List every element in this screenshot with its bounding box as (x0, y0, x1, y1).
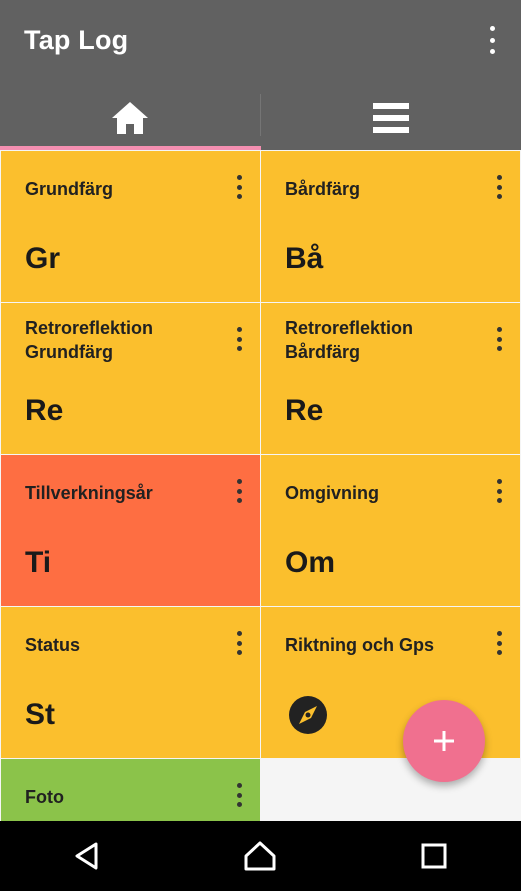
back-icon (75, 842, 98, 870)
tile-title: Retroreflektion Grundfärg (25, 318, 154, 362)
tile-grundfarg[interactable]: Grundfärg Gr (1, 151, 260, 302)
tile-retroreflektion-grundfarg[interactable]: Retroreflektion Grundfärg Re (1, 303, 260, 454)
tile-bardfarg[interactable]: Bårdfärg Bå (261, 151, 520, 302)
tile-menu-icon[interactable] (494, 479, 504, 503)
tile-foto[interactable]: Foto (1, 759, 260, 821)
tile-menu-icon[interactable] (234, 175, 244, 199)
tile-menu-icon[interactable] (234, 783, 244, 807)
tile-title: Foto (25, 787, 64, 807)
system-nav-bar (0, 821, 521, 891)
tile-menu-icon[interactable] (234, 479, 244, 503)
nav-back-button[interactable] (57, 826, 117, 886)
app-title: Tap Log (24, 25, 129, 55)
compass-icon (289, 696, 327, 734)
tile-abbreviation: Re (285, 394, 324, 427)
tile-title: Retroreflektion Bårdfärg (285, 318, 414, 362)
tab-divider (260, 94, 261, 136)
tile-title: Grundfärg (25, 179, 113, 199)
overflow-menu-icon[interactable] (485, 26, 499, 54)
tile-omgivning[interactable]: Omgivning Om (261, 455, 520, 606)
list-icon (372, 103, 409, 133)
tab-list[interactable] (261, 86, 521, 150)
tile-abbreviation: Re (25, 394, 64, 427)
plus-icon (434, 731, 454, 751)
tile-abbreviation: Om (285, 546, 336, 579)
tile-title: Status (25, 635, 81, 655)
tile-menu-icon[interactable] (494, 175, 504, 199)
tile-title: Bårdfärg (285, 179, 361, 199)
tile-abbreviation: Gr (25, 242, 61, 275)
tile-abbreviation: Bå (285, 242, 324, 275)
add-button[interactable] (403, 700, 485, 782)
tile-tillverkningsar[interactable]: Tillverkningsår Ti (1, 455, 260, 606)
tile-menu-icon[interactable] (494, 327, 504, 351)
tile-menu-icon[interactable] (234, 327, 244, 351)
nav-recents-button[interactable] (404, 826, 464, 886)
tile-title: Omgivning (285, 483, 379, 503)
home-outline-icon (244, 841, 276, 871)
tile-abbreviation: St (25, 698, 55, 731)
tile-title: Tillverkningsår (25, 483, 153, 503)
tile-menu-icon[interactable] (234, 631, 244, 655)
tile-status[interactable]: Status St (1, 607, 260, 758)
tab-home[interactable] (0, 86, 261, 150)
tile-retroreflektion-bardfarg[interactable]: Retroreflektion Bårdfärg Re (261, 303, 520, 454)
tile-menu-icon[interactable] (494, 631, 504, 655)
recents-icon (421, 843, 447, 869)
app-bar: Tap Log (0, 0, 521, 86)
nav-home-button[interactable] (230, 826, 290, 886)
home-icon (112, 102, 149, 134)
tile-title: Riktning och Gps (285, 635, 435, 655)
tile-abbreviation: Ti (25, 546, 52, 579)
